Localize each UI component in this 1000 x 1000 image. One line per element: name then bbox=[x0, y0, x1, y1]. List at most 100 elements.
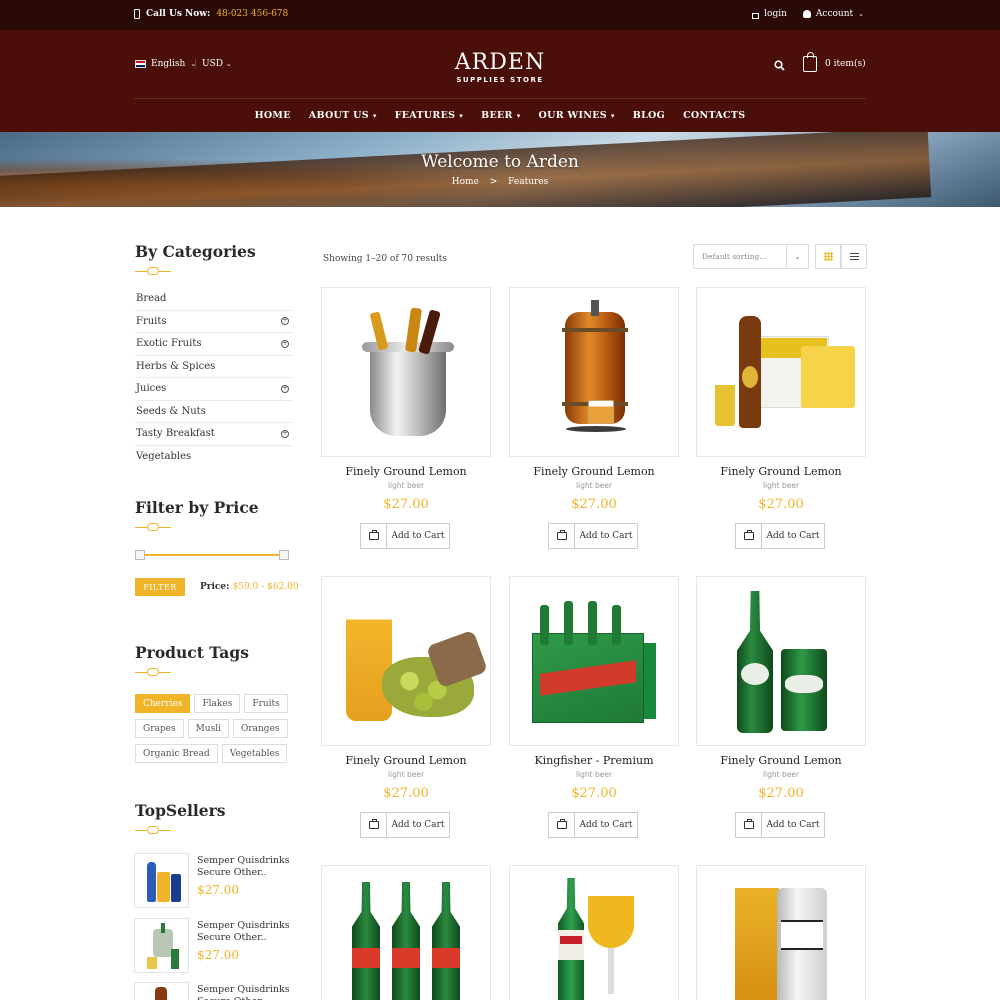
cart-button[interactable]: 0 item(s) bbox=[803, 52, 866, 72]
expand-icon[interactable]: + bbox=[281, 339, 289, 348]
product-title[interactable]: Finely Ground Lemon bbox=[696, 754, 866, 767]
category-label: Seeds & Nuts bbox=[136, 405, 206, 417]
add-to-cart-button[interactable]: Add to Cart bbox=[735, 812, 825, 838]
topseller-name[interactable]: Semper Quisdrinks Secure Other.. bbox=[197, 855, 297, 878]
nav-label: CONTACTS bbox=[683, 110, 746, 121]
product-image[interactable] bbox=[321, 576, 491, 746]
lock-icon bbox=[752, 12, 760, 19]
shopping-bag-icon bbox=[556, 530, 567, 540]
add-to-cart-button[interactable]: Add to Cart bbox=[548, 812, 638, 838]
category-label: Fruits bbox=[136, 315, 167, 327]
nav-label: BLOG bbox=[632, 110, 666, 121]
product-title[interactable]: Finely Ground Lemon bbox=[321, 754, 491, 767]
tag-fruits[interactable]: Fruits bbox=[244, 694, 288, 713]
category-exotic-fruits[interactable]: Exotic Fruits + bbox=[135, 333, 293, 356]
add-to-cart-button[interactable]: Add to Cart bbox=[735, 523, 825, 549]
heading-ornament bbox=[135, 267, 171, 275]
topseller-name[interactable]: Semper Quisdrinks Secure Other.. bbox=[197, 920, 297, 943]
topseller-item[interactable]: Semper Quisdrinks Secure Other.. $27.00 bbox=[134, 918, 294, 974]
chevron-down-icon: ⌄ bbox=[786, 245, 808, 268]
list-view-button[interactable] bbox=[841, 244, 867, 269]
product-image[interactable] bbox=[509, 287, 679, 457]
tag-cherries[interactable]: Cherries bbox=[135, 694, 191, 713]
nav-contacts[interactable]: CONTACTS bbox=[674, 110, 754, 121]
topseller-name[interactable]: Semper Quisdrinks Secure Other.. bbox=[197, 984, 297, 1000]
expand-icon[interactable]: + bbox=[281, 317, 289, 326]
product-price: $27.00 bbox=[758, 497, 804, 512]
category-seeds-nuts[interactable]: Seeds & Nuts bbox=[135, 401, 293, 423]
topseller-item[interactable]: Semper Quisdrinks Secure Other.. bbox=[134, 982, 294, 1000]
add-to-cart-button[interactable]: Add to Cart bbox=[548, 523, 638, 549]
category-bread[interactable]: Bread bbox=[135, 288, 293, 311]
grid-icon bbox=[823, 252, 833, 261]
category-tasty-breakfast[interactable]: Tasty Breakfast + bbox=[135, 423, 293, 446]
account-menu[interactable]: Account ⌄ bbox=[802, 9, 864, 19]
tag-organic-bread[interactable]: Organic Bread bbox=[135, 744, 218, 763]
chevron-down-icon: ▾ bbox=[372, 111, 377, 120]
nav-home[interactable]: HOME bbox=[246, 110, 300, 121]
product-subtitle: light beer bbox=[387, 770, 425, 779]
sort-select[interactable]: Default sorting... ⌄ bbox=[693, 244, 809, 269]
product-image[interactable] bbox=[321, 287, 491, 457]
category-vegetables[interactable]: Vegetables bbox=[135, 446, 293, 469]
topseller-image[interactable] bbox=[134, 853, 189, 908]
account-label: Account bbox=[815, 9, 854, 19]
breadcrumb-current: Features bbox=[508, 177, 549, 187]
breadcrumb-home[interactable]: Home bbox=[452, 177, 479, 187]
tag-grapes[interactable]: Grapes bbox=[135, 719, 184, 738]
product-image[interactable] bbox=[696, 287, 866, 457]
nav-blog[interactable]: BLOG bbox=[624, 110, 674, 121]
topseller-item[interactable]: Semper Quisdrinks Secure Other.. $27.00 bbox=[134, 853, 294, 909]
logo-subtitle: SUPPLIES STORE bbox=[456, 76, 544, 84]
page-title: Welcome to Arden bbox=[421, 152, 579, 172]
price-max: $62.00 bbox=[267, 582, 299, 592]
product-title[interactable]: Finely Ground Lemon bbox=[321, 465, 491, 478]
phone-number[interactable]: 48-023 456-678 bbox=[216, 9, 288, 19]
tag-flakes[interactable]: Flakes bbox=[194, 694, 241, 713]
category-label: Exotic Fruits bbox=[136, 338, 202, 350]
category-herbs-spices[interactable]: Herbs & Spices bbox=[135, 356, 293, 378]
slider-handle-min[interactable] bbox=[135, 550, 145, 560]
call-label: Call Us Now: bbox=[146, 9, 211, 19]
topseller-image[interactable] bbox=[134, 918, 189, 973]
tag-musli[interactable]: Musli bbox=[187, 719, 229, 738]
product-title[interactable]: Finely Ground Lemon bbox=[509, 465, 679, 478]
add-to-cart-button[interactable]: Add to Cart bbox=[360, 812, 450, 838]
product-price: $27.00 bbox=[383, 497, 429, 512]
price-slider[interactable] bbox=[135, 550, 289, 560]
cart-count: 0 item(s) bbox=[825, 59, 866, 69]
search-icon[interactable] bbox=[774, 60, 785, 74]
product-title[interactable]: Kingfisher - Premium bbox=[509, 754, 679, 767]
product-image[interactable] bbox=[509, 865, 679, 1000]
add-to-cart-label: Add to Cart bbox=[579, 820, 633, 830]
product-title[interactable]: Finely Ground Lemon bbox=[696, 465, 866, 478]
product-price: $27.00 bbox=[571, 497, 617, 512]
page-banner: Welcome to Arden Home > Features bbox=[0, 132, 1000, 207]
product-image[interactable] bbox=[321, 865, 491, 1000]
nav-features[interactable]: FEATURES ▾ bbox=[386, 110, 472, 121]
nav-beer[interactable]: BEER ▾ bbox=[472, 110, 529, 121]
tag-oranges[interactable]: Oranges bbox=[232, 719, 288, 738]
category-label: Vegetables bbox=[136, 451, 192, 463]
add-to-cart-button[interactable]: Add to Cart bbox=[360, 523, 450, 549]
nav-label: FEATURES bbox=[394, 110, 456, 121]
product-subtitle: light beer bbox=[762, 481, 800, 490]
nav-our-wines[interactable]: OUR WINES ▾ bbox=[530, 110, 624, 121]
category-juices[interactable]: Juices + bbox=[135, 378, 293, 401]
price-label: Price: bbox=[200, 582, 230, 592]
grid-view-button[interactable] bbox=[815, 244, 841, 269]
chevron-down-icon: ▾ bbox=[459, 111, 464, 120]
tag-vegetables[interactable]: Vegetables bbox=[221, 744, 288, 763]
topseller-image[interactable] bbox=[134, 982, 189, 1000]
login-link[interactable]: login bbox=[752, 9, 787, 19]
product-image[interactable] bbox=[509, 576, 679, 746]
product-price: $27.00 bbox=[758, 786, 804, 801]
expand-icon[interactable]: + bbox=[281, 384, 289, 393]
slider-handle-max[interactable] bbox=[279, 550, 289, 560]
category-fruits[interactable]: Fruits + bbox=[135, 311, 293, 333]
nav-about-us[interactable]: ABOUT US ▾ bbox=[300, 110, 386, 121]
product-image[interactable] bbox=[696, 865, 866, 1000]
product-image[interactable] bbox=[696, 576, 866, 746]
filter-button[interactable]: FILTER bbox=[135, 578, 185, 596]
expand-icon[interactable]: + bbox=[281, 429, 289, 438]
